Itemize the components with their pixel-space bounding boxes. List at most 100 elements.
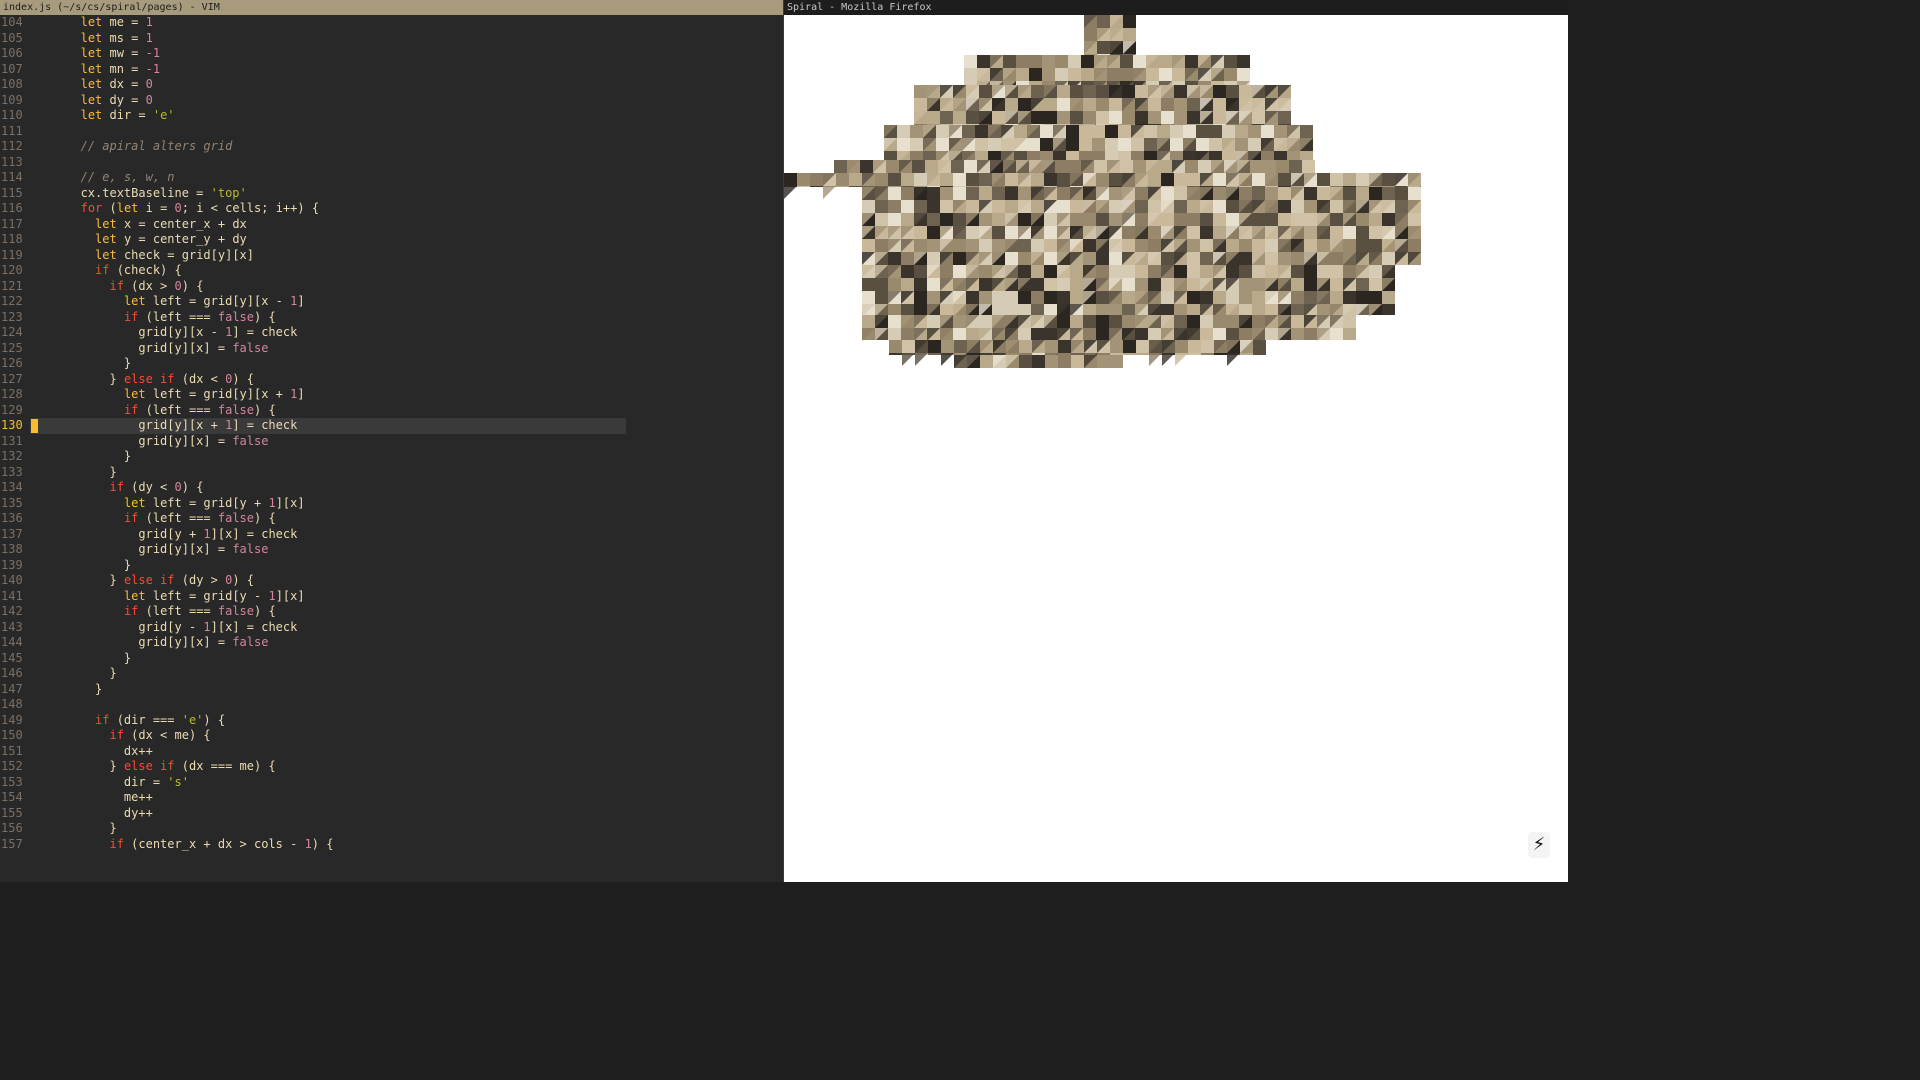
code-line[interactable]: 134 if (dy < 0) { bbox=[0, 480, 783, 496]
mosaic-tile bbox=[1369, 278, 1382, 291]
mosaic-tile bbox=[1343, 239, 1356, 252]
code-line[interactable]: 148 bbox=[0, 697, 783, 713]
code-line[interactable]: 139 } bbox=[0, 558, 783, 574]
code-line[interactable]: 122 let left = grid[y][x - 1] bbox=[0, 294, 783, 310]
mosaic-tile bbox=[1031, 265, 1044, 278]
mosaic-tile bbox=[1159, 68, 1172, 81]
mosaic-tile bbox=[1239, 186, 1252, 187]
mosaic-tile bbox=[923, 151, 936, 160]
code-line[interactable]: 117 let x = center_x + dx bbox=[0, 217, 783, 233]
mosaic-tile bbox=[1107, 68, 1120, 81]
code-line[interactable]: 137 grid[y + 1][x] = check bbox=[0, 527, 783, 543]
mosaic-tile bbox=[1058, 355, 1071, 368]
mosaic-tile bbox=[979, 173, 992, 186]
lightning-icon[interactable]: ⚡ bbox=[1528, 832, 1550, 858]
code-line[interactable]: 110 let dir = 'e' bbox=[0, 108, 783, 124]
code-line[interactable]: 104 let me = 1 bbox=[0, 15, 783, 31]
code-line[interactable]: 142 if (left === false) { bbox=[0, 604, 783, 620]
mosaic-tile bbox=[1356, 187, 1369, 200]
code-token: x = center_x + dx bbox=[116, 216, 247, 231]
code-line[interactable]: 114 // e, s, w, n bbox=[0, 170, 783, 186]
code-line[interactable]: 153 dir = 's' bbox=[0, 775, 783, 791]
code-line[interactable]: 133 } bbox=[0, 465, 783, 481]
code-line[interactable]: 107 let mn = -1 bbox=[0, 62, 783, 78]
line-text: if (dx > 0) { bbox=[30, 279, 203, 293]
code-line[interactable]: 135 let left = grid[y + 1][x] bbox=[0, 496, 783, 512]
code-line[interactable]: 118 let y = center_y + dy bbox=[0, 232, 783, 248]
code-line[interactable]: 157 if (center_x + dx > cols - 1) { bbox=[0, 837, 783, 853]
mosaic-tile bbox=[1174, 85, 1187, 98]
code-line[interactable]: 106 let mw = -1 bbox=[0, 46, 783, 62]
code-line[interactable]: 109 let dy = 0 bbox=[0, 93, 783, 109]
mosaic-tile bbox=[925, 160, 938, 173]
code-line[interactable]: 141 let left = grid[y - 1][x] bbox=[0, 589, 783, 605]
mosaic-tile bbox=[1044, 111, 1057, 124]
firefox-window[interactable]: Spiral - Mozilla Firefox ⚡ bbox=[784, 0, 1568, 882]
code-line[interactable]: 136 if (left === false) { bbox=[0, 511, 783, 527]
code-token: let bbox=[95, 247, 117, 262]
code-line[interactable]: 146 } bbox=[0, 666, 783, 682]
mosaic-tile bbox=[1070, 278, 1083, 291]
code-line[interactable]: 125 grid[y][x] = false bbox=[0, 341, 783, 357]
code-line[interactable]: 124 grid[y][x - 1] = check bbox=[0, 325, 783, 341]
line-text: let left = grid[y][x - 1] bbox=[30, 294, 305, 308]
code-token: ) { bbox=[181, 278, 204, 293]
code-line[interactable]: 111 bbox=[0, 124, 783, 140]
mosaic-tile bbox=[1343, 173, 1356, 186]
code-line[interactable]: 113 bbox=[0, 155, 783, 171]
code-line[interactable]: 152 } else if (dx === me) { bbox=[0, 759, 783, 775]
code-line[interactable]: 121 if (dx > 0) { bbox=[0, 279, 783, 295]
code-token: ][x] = check bbox=[210, 526, 298, 541]
code-line[interactable]: 149 if (dir === 'e') { bbox=[0, 713, 783, 729]
code-line[interactable]: 127 } else if (dx < 0) { bbox=[0, 372, 783, 388]
code-line[interactable]: 155 dy++ bbox=[0, 806, 783, 822]
code-line[interactable]: 105 let ms = 1 bbox=[0, 31, 783, 47]
mosaic-tile bbox=[1005, 291, 1018, 304]
code-line[interactable]: 154 me++ bbox=[0, 790, 783, 806]
code-line[interactable]: 128 let left = grid[y][x + 1] bbox=[0, 387, 783, 403]
mosaic-tile bbox=[1148, 265, 1161, 278]
mosaic-tile bbox=[964, 55, 977, 68]
code-line[interactable]: 120 if (check) { bbox=[0, 263, 783, 279]
code-token: else if bbox=[123, 759, 175, 773]
code-line[interactable]: 140 } else if (dy > 0) { bbox=[0, 573, 783, 589]
code-line[interactable]: 132 } bbox=[0, 449, 783, 465]
code-line[interactable]: 138 grid[y][x] = false bbox=[0, 542, 783, 558]
mosaic-tile bbox=[1224, 81, 1237, 85]
code-line[interactable]: 156 } bbox=[0, 821, 783, 837]
code-line[interactable]: 147 } bbox=[0, 682, 783, 698]
mosaic-tile bbox=[1187, 291, 1200, 304]
mosaic-tile bbox=[1006, 353, 1019, 355]
code-editor[interactable]: 104 let me = 1 105 let ms = 1 106 let mw =… bbox=[0, 15, 783, 852]
code-token: left = grid[y + bbox=[145, 495, 269, 510]
mosaic-tile bbox=[1029, 81, 1042, 85]
code-token: (left === bbox=[138, 309, 218, 324]
mosaic-tile bbox=[1031, 328, 1044, 340]
code-line[interactable]: 123 if (left === false) { bbox=[0, 310, 783, 326]
mosaic-tile bbox=[1174, 124, 1187, 125]
mosaic-tile bbox=[1252, 291, 1265, 304]
code-line[interactable]: 145 } bbox=[0, 651, 783, 667]
line-number: 147 bbox=[1, 681, 23, 696]
code-token: let bbox=[123, 495, 146, 510]
vim-window[interactable]: index.js (~/s/cs/spiral/pages) - VIM 104… bbox=[0, 0, 783, 882]
code-line[interactable]: 144 grid[y][x] = false bbox=[0, 635, 783, 651]
code-line[interactable]: 112 // apiral alters grid bbox=[0, 139, 783, 155]
code-line[interactable]: 151 dx++ bbox=[0, 744, 783, 760]
code-line[interactable]: 130 grid[y][x + 1] = check bbox=[0, 418, 783, 434]
code-line[interactable]: 115 cx.textBaseline = 'top' bbox=[0, 186, 783, 202]
code-line[interactable]: 126 } bbox=[0, 356, 783, 372]
mosaic-tile bbox=[1133, 160, 1146, 173]
code-line[interactable]: 129 if (left === false) { bbox=[0, 403, 783, 419]
code-line[interactable]: 150 if (dx < me) { bbox=[0, 728, 783, 744]
code-token: me = bbox=[102, 15, 146, 29]
code-line[interactable]: 108 let dx = 0 bbox=[0, 77, 783, 93]
mosaic-tile bbox=[1109, 304, 1122, 315]
mosaic-tile bbox=[1252, 213, 1265, 226]
mosaic-tile bbox=[1287, 151, 1300, 160]
code-line[interactable]: 119 let check = grid[y][x] bbox=[0, 248, 783, 264]
code-line[interactable]: 116 for (let i = 0; i < cells; i++) { bbox=[0, 201, 783, 217]
code-line[interactable]: 143 grid[y - 1][x] = check bbox=[0, 620, 783, 636]
code-line[interactable]: 131 grid[y][x] = false bbox=[0, 434, 783, 450]
spiral-canvas[interactable]: ⚡ bbox=[784, 15, 1568, 882]
